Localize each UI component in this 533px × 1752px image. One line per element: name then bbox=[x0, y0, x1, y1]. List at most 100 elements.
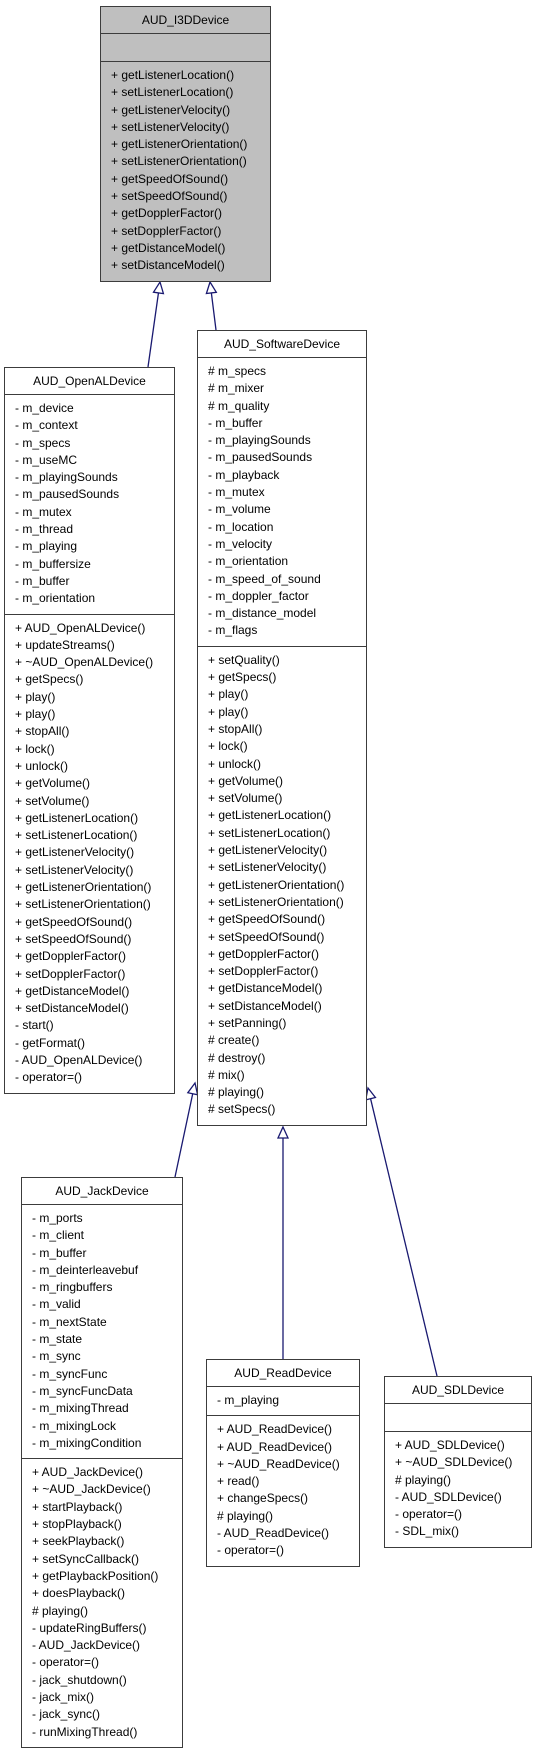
attribute[interactable]: - m_buffer bbox=[15, 573, 174, 590]
attribute[interactable]: - m_playingSounds bbox=[15, 469, 174, 486]
method[interactable]: + setVolume() bbox=[208, 790, 366, 807]
method[interactable]: - AUD_OpenALDevice() bbox=[15, 1052, 174, 1069]
attribute[interactable]: - m_state bbox=[32, 1331, 182, 1348]
attribute[interactable]: - m_pausedSounds bbox=[15, 486, 174, 503]
attribute[interactable]: - m_pausedSounds bbox=[208, 449, 366, 466]
attribute[interactable]: - m_volume bbox=[208, 501, 366, 518]
attribute[interactable]: - m_deinterleavebuf bbox=[32, 1262, 182, 1279]
method[interactable]: + setListenerLocation() bbox=[208, 825, 366, 842]
method[interactable]: + getSpeedOfSound() bbox=[208, 911, 366, 928]
attribute[interactable]: - m_context bbox=[15, 417, 174, 434]
class-aud-i3ddevice[interactable]: AUD_I3DDevice + getListenerLocation() + se… bbox=[100, 6, 271, 282]
attribute[interactable]: - m_buffersize bbox=[15, 556, 174, 573]
method[interactable]: + setListenerOrientation() bbox=[111, 153, 270, 170]
method[interactable]: + getListenerOrientation() bbox=[208, 877, 366, 894]
attribute[interactable]: - m_orientation bbox=[15, 590, 174, 607]
method[interactable]: + seekPlayback() bbox=[32, 1533, 182, 1550]
attribute[interactable]: - m_ports bbox=[32, 1210, 182, 1227]
method[interactable]: + getListenerLocation() bbox=[208, 807, 366, 824]
method[interactable]: + getDistanceModel() bbox=[111, 240, 270, 257]
method[interactable]: - operator=() bbox=[395, 1506, 531, 1523]
method[interactable]: # playing() bbox=[217, 1508, 359, 1525]
attribute[interactable]: - m_nextState bbox=[32, 1314, 182, 1331]
attribute[interactable]: - m_orientation bbox=[208, 553, 366, 570]
method[interactable]: # setSpecs() bbox=[208, 1101, 366, 1118]
method[interactable]: + getDopplerFactor() bbox=[208, 946, 366, 963]
class-aud-openaldevice[interactable]: AUD_OpenALDevice - m_device - m_context - m… bbox=[4, 367, 175, 1094]
method[interactable]: - getFormat() bbox=[15, 1035, 174, 1052]
method[interactable]: + setListenerOrientation() bbox=[15, 896, 174, 913]
method[interactable]: + setListenerLocation() bbox=[111, 84, 270, 101]
attribute[interactable]: - m_mixingCondition bbox=[32, 1435, 182, 1452]
class-aud-readdevice[interactable]: AUD_ReadDevice - m_playing + AUD_ReadDevic… bbox=[206, 1359, 360, 1567]
method[interactable]: + updateStreams() bbox=[15, 637, 174, 654]
method[interactable]: + setListenerVelocity() bbox=[15, 862, 174, 879]
method[interactable]: + setDistanceModel() bbox=[15, 1000, 174, 1017]
method[interactable]: + setDopplerFactor() bbox=[208, 963, 366, 980]
method[interactable]: + getSpeedOfSound() bbox=[15, 914, 174, 931]
method[interactable]: # create() bbox=[208, 1032, 366, 1049]
attribute[interactable]: - m_buffer bbox=[208, 415, 366, 432]
attribute[interactable]: - m_location bbox=[208, 519, 366, 536]
method[interactable]: + startPlayback() bbox=[32, 1499, 182, 1516]
method[interactable]: # playing() bbox=[32, 1603, 182, 1620]
attribute[interactable]: - m_mutex bbox=[208, 484, 366, 501]
method[interactable]: + read() bbox=[217, 1473, 359, 1490]
attribute[interactable]: - m_playingSounds bbox=[208, 432, 366, 449]
method[interactable]: + lock() bbox=[208, 738, 366, 755]
method[interactable]: + setVolume() bbox=[15, 793, 174, 810]
method[interactable]: - AUD_SDLDevice() bbox=[395, 1489, 531, 1506]
class-aud-sdldevice[interactable]: AUD_SDLDevice + AUD_SDLDevice() + ~AUD_SDL… bbox=[384, 1376, 532, 1548]
method[interactable]: + setDopplerFactor() bbox=[15, 966, 174, 983]
method[interactable]: + setListenerLocation() bbox=[15, 827, 174, 844]
attribute[interactable]: - m_thread bbox=[15, 521, 174, 538]
class-aud-jackdevice[interactable]: AUD_JackDevice - m_ports - m_client - m_buf… bbox=[21, 1177, 183, 1748]
attribute[interactable]: - m_mixingLock bbox=[32, 1418, 182, 1435]
attribute[interactable]: - m_playback bbox=[208, 467, 366, 484]
method[interactable]: + play() bbox=[15, 689, 174, 706]
method[interactable]: + unlock() bbox=[15, 758, 174, 775]
method[interactable]: + lock() bbox=[15, 741, 174, 758]
attribute[interactable]: - m_valid bbox=[32, 1296, 182, 1313]
attribute[interactable]: - m_doppler_factor bbox=[208, 588, 366, 605]
method[interactable]: + getListenerLocation() bbox=[15, 810, 174, 827]
method[interactable]: + play() bbox=[15, 706, 174, 723]
method[interactable]: + getDopplerFactor() bbox=[111, 205, 270, 222]
method[interactable]: - operator=() bbox=[32, 1654, 182, 1671]
method[interactable]: - AUD_ReadDevice() bbox=[217, 1525, 359, 1542]
method[interactable]: - jack_shutdown() bbox=[32, 1672, 182, 1689]
method[interactable]: + unlock() bbox=[208, 756, 366, 773]
method[interactable]: + setListenerVelocity() bbox=[111, 119, 270, 136]
method[interactable]: + getDistanceModel() bbox=[15, 983, 174, 1000]
method[interactable]: + getListenerLocation() bbox=[111, 67, 270, 84]
method[interactable]: # destroy() bbox=[208, 1050, 366, 1067]
method[interactable]: - jack_mix() bbox=[32, 1689, 182, 1706]
method[interactable]: + getDopplerFactor() bbox=[15, 948, 174, 965]
method[interactable]: + stopAll() bbox=[15, 723, 174, 740]
attribute[interactable]: - m_mutex bbox=[15, 504, 174, 521]
method[interactable]: + AUD_ReadDevice() bbox=[217, 1421, 359, 1438]
method[interactable]: + setSpeedOfSound() bbox=[111, 188, 270, 205]
method[interactable]: + setPanning() bbox=[208, 1015, 366, 1032]
method[interactable]: + setSyncCallback() bbox=[32, 1551, 182, 1568]
method[interactable]: + setDistanceModel() bbox=[208, 998, 366, 1015]
attribute[interactable]: # m_quality bbox=[208, 398, 366, 415]
attribute[interactable]: # m_mixer bbox=[208, 380, 366, 397]
method[interactable]: + getDistanceModel() bbox=[208, 980, 366, 997]
method[interactable]: # mix() bbox=[208, 1067, 366, 1084]
attribute[interactable]: - m_speed_of_sound bbox=[208, 571, 366, 588]
method[interactable]: - AUD_JackDevice() bbox=[32, 1637, 182, 1654]
method[interactable]: + ~AUD_OpenALDevice() bbox=[15, 654, 174, 671]
method[interactable]: + setDopplerFactor() bbox=[111, 223, 270, 240]
method[interactable]: + AUD_ReadDevice() bbox=[217, 1439, 359, 1456]
method[interactable]: + setSpeedOfSound() bbox=[208, 929, 366, 946]
method[interactable]: - SDL_mix() bbox=[395, 1523, 531, 1540]
method[interactable]: + ~AUD_SDLDevice() bbox=[395, 1454, 531, 1471]
method[interactable]: + setDistanceModel() bbox=[111, 257, 270, 274]
method[interactable]: - runMixingThread() bbox=[32, 1724, 182, 1741]
method[interactable]: + getSpeedOfSound() bbox=[111, 171, 270, 188]
attribute[interactable]: - m_specs bbox=[15, 435, 174, 452]
attribute[interactable]: - m_ringbuffers bbox=[32, 1279, 182, 1296]
attribute[interactable]: - m_useMC bbox=[15, 452, 174, 469]
attribute[interactable]: - m_syncFuncData bbox=[32, 1383, 182, 1400]
